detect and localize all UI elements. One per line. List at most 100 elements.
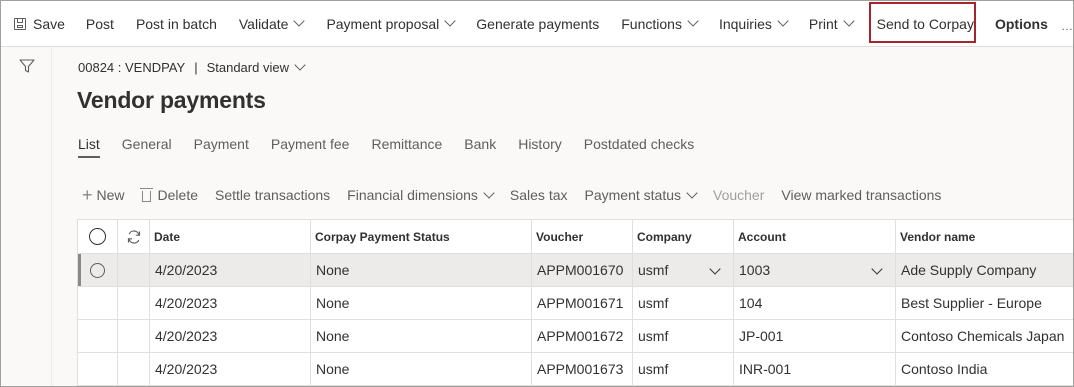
voucher-cell[interactable]: APPM001671	[532, 287, 633, 319]
functions-menu[interactable]: Functions	[621, 1, 699, 46]
settle-transactions-button[interactable]: Settle transactions	[215, 187, 330, 203]
view-selector[interactable]: Standard view	[207, 59, 306, 75]
grid-header-row: Date Corpay Payment Status Voucher Compa…	[78, 220, 1073, 254]
page-title: Vendor payments	[77, 87, 266, 113]
post-in-batch-button[interactable]: Post in batch	[136, 1, 217, 46]
new-label: New	[96, 187, 125, 203]
more-icon[interactable]: …	[1061, 19, 1073, 33]
new-button[interactable]: + New	[82, 185, 125, 205]
chevron-down-icon	[444, 15, 456, 27]
vendor-name-cell[interactable]: Ade Supply Company	[896, 254, 1073, 286]
payment-proposal-menu[interactable]: Payment proposal	[326, 1, 456, 46]
chevron-down-icon[interactable]	[709, 263, 721, 275]
date-cell[interactable]: 4/20/2023	[150, 287, 311, 319]
account-cell[interactable]: JP-001	[734, 320, 896, 352]
refresh-cell[interactable]	[118, 220, 150, 253]
inquiries-menu[interactable]: Inquiries	[718, 1, 789, 46]
tab-payment[interactable]: Payment	[194, 136, 249, 158]
generate-payments-button[interactable]: Generate payments	[476, 1, 599, 46]
row-spacer	[118, 287, 150, 319]
chevron-down-icon	[686, 186, 698, 199]
corpay-status-cell[interactable]: None	[311, 254, 532, 286]
tab-history[interactable]: History	[518, 136, 562, 158]
filter-icon[interactable]	[19, 59, 35, 73]
radio-icon	[90, 262, 105, 278]
save-icon	[14, 17, 26, 30]
row-spacer	[118, 254, 150, 286]
date-cell[interactable]: 4/20/2023	[150, 320, 311, 352]
payment-proposal-label: Payment proposal	[326, 15, 440, 32]
plus-icon: +	[82, 185, 93, 205]
account-cell[interactable]: 104	[734, 287, 896, 319]
select-all-cell[interactable]	[78, 220, 118, 253]
payment-status-label: Payment status	[584, 187, 682, 203]
print-menu[interactable]: Print	[808, 1, 855, 46]
breadcrumb-separator: |	[194, 60, 198, 75]
column-header-corpay-status[interactable]: Corpay Payment Status	[311, 220, 532, 253]
company-dropdown[interactable]: usmf	[633, 254, 734, 286]
chevron-down-icon	[293, 15, 306, 27]
date-cell[interactable]: 4/20/2023	[150, 254, 311, 286]
delete-icon	[139, 187, 153, 202]
corpay-highlight-box	[869, 2, 976, 43]
vendor-name-cell[interactable]: Best Supplier - Europe	[896, 287, 1073, 319]
column-header-vendor-name[interactable]: Vendor name	[896, 220, 1073, 253]
sales-tax-button[interactable]: Sales tax	[510, 187, 568, 203]
row-spacer	[118, 320, 150, 352]
row-select-cell[interactable]	[78, 254, 118, 286]
account-dropdown[interactable]: 1003	[734, 254, 896, 286]
table-row[interactable]: 4/20/2023 None APPM001672 usmf JP-001 Co…	[78, 320, 1073, 353]
validate-menu[interactable]: Validate	[238, 1, 306, 46]
tab-bank[interactable]: Bank	[464, 136, 496, 158]
company-cell[interactable]: usmf	[633, 287, 734, 319]
tab-list[interactable]: List	[78, 136, 100, 158]
payment-status-menu[interactable]: Payment status	[584, 186, 698, 203]
column-header-date[interactable]: Date	[150, 220, 311, 253]
delete-label: Delete	[157, 187, 198, 203]
vendor-name-cell[interactable]: Contoso India	[896, 353, 1073, 385]
validate-label: Validate	[238, 15, 289, 32]
delete-button[interactable]: Delete	[139, 187, 198, 203]
chevron-down-icon	[483, 186, 495, 199]
refresh-icon	[127, 229, 140, 244]
tab-general[interactable]: General	[122, 136, 172, 158]
column-header-voucher[interactable]: Voucher	[532, 220, 633, 253]
chevron-down-icon[interactable]	[871, 263, 883, 275]
functions-label: Functions	[621, 15, 682, 32]
journal-id: 00824 : VENDPAY	[78, 60, 186, 75]
row-spacer	[118, 353, 150, 385]
save-label: Save	[33, 15, 65, 32]
tab-postdated-checks[interactable]: Postdated checks	[584, 136, 695, 158]
save-button[interactable]: Save	[1, 1, 65, 46]
row-select-cell[interactable]	[78, 320, 118, 352]
vendor-name-cell[interactable]: Contoso Chemicals Japan	[896, 320, 1073, 352]
column-header-account[interactable]: Account	[734, 220, 896, 253]
row-select-cell[interactable]	[78, 287, 118, 319]
tab-payment-fee[interactable]: Payment fee	[271, 136, 350, 158]
options-tab[interactable]: Options	[995, 1, 1048, 46]
column-header-company[interactable]: Company	[633, 220, 734, 253]
table-row[interactable]: 4/20/2023 None APPM001670 usmf 1003 Ade …	[78, 254, 1073, 287]
table-row[interactable]: 4/20/2023 None APPM001673 usmf INR-001 C…	[78, 353, 1073, 386]
account-cell[interactable]: INR-001	[734, 353, 896, 385]
table-row[interactable]: 4/20/2023 None APPM001671 usmf 104 Best …	[78, 287, 1073, 320]
voucher-cell[interactable]: APPM001673	[532, 353, 633, 385]
company-cell[interactable]: usmf	[633, 320, 734, 352]
post-button[interactable]: Post	[86, 1, 114, 46]
tab-remittance[interactable]: Remittance	[371, 136, 442, 158]
voucher-button[interactable]: Voucher	[713, 187, 764, 203]
voucher-cell[interactable]: APPM001670	[532, 254, 633, 286]
view-marked-transactions-button[interactable]: View marked transactions	[781, 187, 941, 203]
payments-grid: Date Corpay Payment Status Voucher Compa…	[77, 219, 1073, 386]
financial-dimensions-menu[interactable]: Financial dimensions	[347, 186, 495, 203]
print-label: Print	[808, 15, 838, 32]
voucher-cell[interactable]: APPM001672	[532, 320, 633, 352]
company-cell[interactable]: usmf	[633, 353, 734, 385]
row-select-cell[interactable]	[78, 353, 118, 385]
corpay-status-cell[interactable]: None	[311, 287, 532, 319]
corpay-status-cell[interactable]: None	[311, 353, 532, 385]
date-cell[interactable]: 4/20/2023	[150, 353, 311, 385]
filter-pane	[1, 47, 52, 386]
corpay-status-cell[interactable]: None	[311, 320, 532, 352]
inquiries-label: Inquiries	[718, 15, 772, 32]
